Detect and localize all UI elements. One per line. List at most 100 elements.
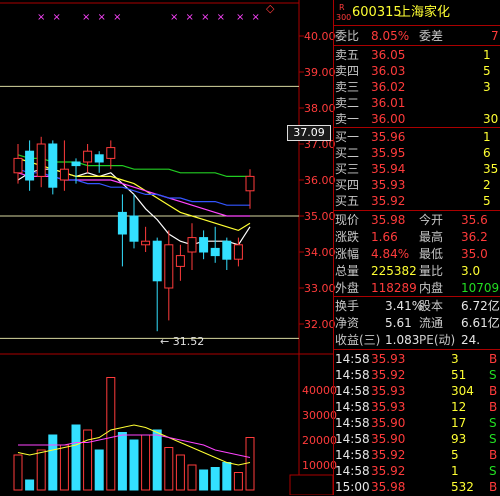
- candle-body[interactable]: [129, 215, 139, 242]
- quote-label: 总量: [335, 264, 360, 278]
- candle-body[interactable]: [25, 150, 35, 181]
- stock-code: 600315: [352, 5, 402, 20]
- candle-body[interactable]: [222, 240, 232, 260]
- volume-bar[interactable]: [117, 432, 127, 491]
- quote-label: 涨跌: [335, 230, 360, 244]
- candle-body[interactable]: [48, 143, 58, 188]
- price-tick-label: 35.00: [304, 210, 336, 223]
- volume-bar[interactable]: [187, 464, 197, 491]
- candle-body[interactable]: [199, 237, 209, 253]
- quote-label: 涨幅: [335, 247, 360, 261]
- quote-value: 4.84%: [371, 247, 410, 261]
- stats-label-2: 流通: [419, 316, 444, 330]
- volume-bar[interactable]: [210, 467, 220, 491]
- header-divider: [333, 25, 500, 26]
- quote-row: 总量 225382 量比 3.0: [333, 262, 500, 280]
- quote-label: 现价: [335, 213, 360, 227]
- candle-body[interactable]: [152, 240, 162, 282]
- weicha-label: 委差: [419, 29, 444, 43]
- tick-volume: 532: [451, 480, 474, 494]
- candle-body[interactable]: [106, 147, 116, 159]
- volume-bar[interactable]: [245, 437, 255, 491]
- ask-price: 36.00: [371, 112, 406, 126]
- signal-markers-1: × ×: [37, 12, 63, 23]
- stats-value-2: 6.72亿: [461, 299, 500, 313]
- quote-row: 涨幅 4.84% 最低 35.0: [333, 245, 500, 263]
- volume-bar[interactable]: [199, 469, 209, 491]
- stats-row: 换手 3.41% 股本 6.72亿: [333, 297, 500, 315]
- volume-bar[interactable]: [48, 434, 58, 491]
- corner-diamond-icon[interactable]: ◇: [266, 2, 274, 15]
- volume-tick-label: 40000: [302, 384, 337, 397]
- volume-tick-label: 20000: [302, 434, 337, 447]
- ask-volume: 30: [483, 112, 499, 126]
- stats-value: 5.61: [385, 316, 412, 330]
- volume-bar[interactable]: [129, 439, 139, 491]
- candle-body[interactable]: [187, 237, 197, 253]
- candle-body[interactable]: [83, 150, 93, 163]
- volume-bar[interactable]: [25, 479, 35, 491]
- quote-value: 225382: [371, 264, 417, 278]
- price-tick-label: 40.00: [304, 30, 336, 43]
- candle-body[interactable]: [245, 175, 255, 192]
- price-tick-label: 32.00: [304, 318, 336, 331]
- current-price-tag: 37.09: [287, 125, 331, 141]
- volume-bar[interactable]: [94, 449, 104, 491]
- candle-body[interactable]: [59, 168, 69, 181]
- quote-label-2: 内盘: [419, 281, 444, 295]
- stats-value: 1.083: [385, 333, 420, 347]
- candle-body[interactable]: [164, 244, 174, 289]
- volume-bar[interactable]: [36, 449, 46, 491]
- stats-value-2: 24.: [461, 333, 481, 347]
- quote-label-2: 量比: [419, 264, 444, 278]
- weibi-row: 委比 8.05% 委差 7: [333, 27, 500, 45]
- volume-bar[interactable]: [141, 434, 151, 491]
- volume-bar[interactable]: [152, 429, 162, 491]
- quote-value-2: 3.0: [461, 264, 481, 278]
- volume-bar[interactable]: [59, 444, 69, 491]
- candle-body[interactable]: [141, 240, 151, 246]
- tick-price: 35.98: [371, 480, 406, 494]
- bid-label: 买五: [335, 194, 360, 208]
- tick-flag: B: [489, 480, 498, 494]
- price-tick-label: 34.00: [304, 246, 336, 259]
- volume-bar[interactable]: [164, 447, 174, 491]
- quote-row: 现价 35.98 今开 35.6: [333, 211, 500, 229]
- quote-value-2: 35.0: [461, 247, 488, 261]
- stock-header[interactable]: R 300 600315 上海家化: [333, 2, 500, 24]
- quote-row: 涨跌 1.66 最高 36.2: [333, 228, 500, 246]
- candle-body[interactable]: [233, 244, 243, 260]
- candle-body[interactable]: [117, 211, 127, 235]
- candle-body[interactable]: [71, 161, 81, 167]
- volume-bar[interactable]: [106, 377, 116, 491]
- price-tick-label: 39.00: [304, 66, 336, 79]
- price-tick-label: 33.00: [304, 282, 336, 295]
- weibi-label: 委比: [335, 29, 360, 43]
- quote-label-2: 最高: [419, 230, 444, 244]
- stats-value-2: 6.61亿: [461, 316, 500, 330]
- volume-bar[interactable]: [175, 454, 185, 491]
- stats-label: 收益(三): [335, 333, 381, 347]
- volume-bar[interactable]: [222, 462, 232, 491]
- stats-value: 3.41%: [385, 299, 424, 313]
- price-tick-label: 36.00: [304, 174, 336, 187]
- volume-bar[interactable]: [71, 424, 81, 491]
- candle-body[interactable]: [94, 154, 104, 163]
- ask-row: 卖一 36.00 30: [333, 110, 500, 128]
- bid-volume: 5: [483, 194, 491, 208]
- volume-bar[interactable]: [13, 454, 23, 491]
- candle-body[interactable]: [13, 157, 23, 174]
- bid-row: 买五 35.92 5: [333, 192, 500, 210]
- signal-markers-3: × × × ×: [170, 12, 228, 23]
- quote-value: 1.66: [371, 230, 398, 244]
- candle-body[interactable]: [175, 255, 185, 267]
- stock-name: 上海家化: [398, 5, 451, 20]
- volume-bar[interactable]: [233, 472, 243, 491]
- quote-row: 外盘 118289 内盘 10709: [333, 279, 500, 297]
- candle-body[interactable]: [36, 143, 46, 177]
- quote-label: 外盘: [335, 281, 360, 295]
- quote-label-2: 今开: [419, 213, 444, 227]
- candle-body[interactable]: [210, 247, 220, 257]
- stats-row: 收益(三) 1.083 PE(动) 24.: [333, 331, 500, 349]
- quote-label-2: 最低: [419, 247, 444, 261]
